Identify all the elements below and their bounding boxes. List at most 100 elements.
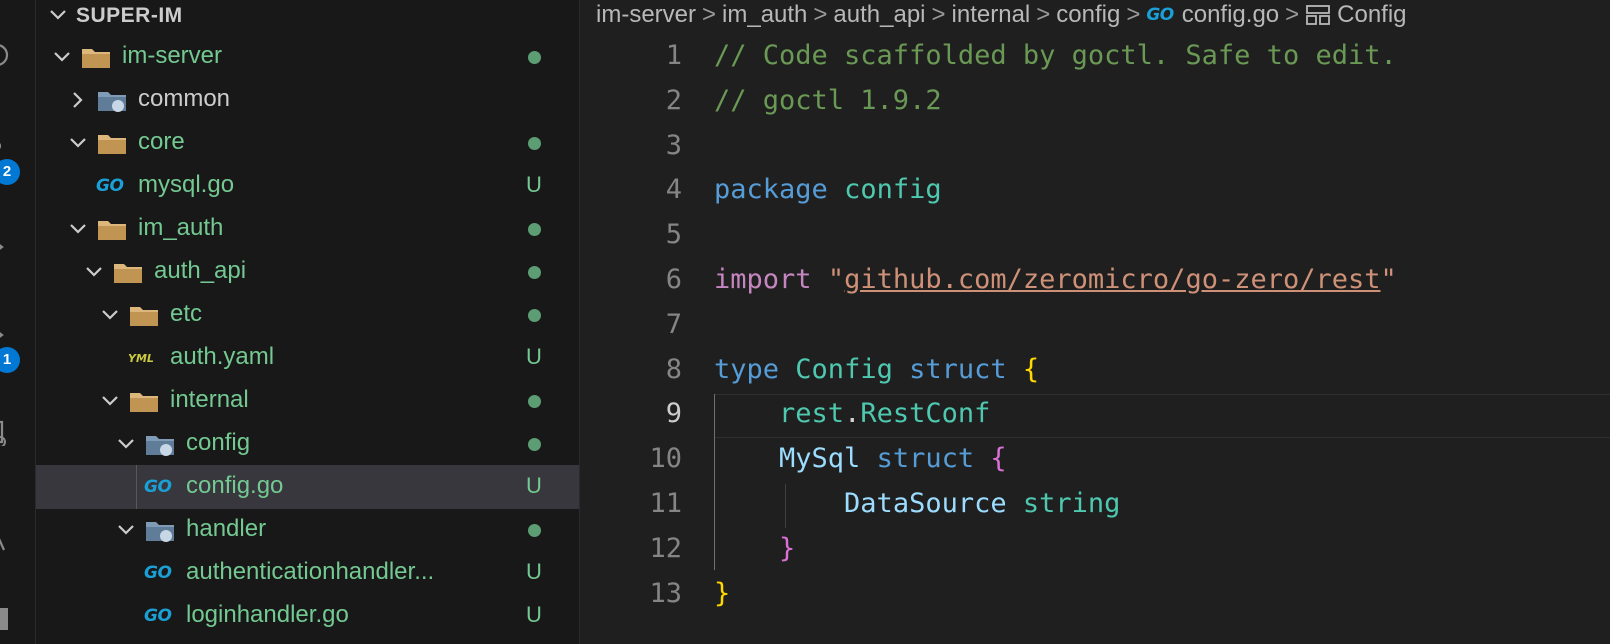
code-line[interactable]: 1 // Code scaffolded by goctl. Safe to ed… (580, 34, 1610, 79)
breadcrumb: im-server > im_auth > auth_api > internal > conf… (596, 0, 1407, 30)
testing-icon[interactable] (0, 528, 12, 554)
breadcrumb-separator-icon: > (1036, 1, 1051, 28)
tree-item-label: loginhandler.go (186, 601, 349, 628)
breadcrumb-item[interactable]: im_auth (722, 0, 807, 30)
run-debug-icon[interactable] (0, 234, 12, 260)
code-text: package config (714, 174, 942, 206)
code-line[interactable]: 2 // goctl 1.9.2 (580, 79, 1610, 124)
tree-item[interactable]: auth_api (36, 250, 579, 294)
code-line[interactable]: 12 } (580, 527, 1610, 572)
tree-item[interactable]: GO config.go U (36, 465, 579, 509)
chevron-down-icon[interactable] (100, 305, 120, 325)
tree-item[interactable]: GO loginhandler.go U (36, 594, 579, 638)
tree-item[interactable]: config (36, 422, 579, 466)
folder-icon (98, 92, 126, 112)
tree-item-label: handler (186, 515, 267, 542)
breadcrumb-item[interactable]: config (1056, 0, 1120, 30)
chevron-right-icon[interactable] (68, 90, 88, 110)
tree-item[interactable]: im_auth (36, 207, 579, 251)
remote-explorer-icon[interactable] (0, 322, 12, 348)
tree-item[interactable]: GO mysql.go U (36, 164, 579, 208)
line-number: 13 (649, 577, 682, 609)
git-status-badge: U (526, 344, 542, 369)
tree-item-label: im_auth (138, 214, 224, 241)
explorer-panel: SUPER-IM im-server common core GO mysql.go Ui… (36, 0, 580, 644)
folder-icon (98, 135, 126, 154)
go-file-icon: GO (96, 176, 124, 196)
line-number: 1 (665, 40, 682, 71)
line-number: 9 (665, 398, 682, 430)
go-file-icon: GO (144, 477, 172, 497)
folder-icon (98, 221, 126, 240)
breadcrumb-item[interactable]: auth_api (833, 0, 925, 30)
tree-item[interactable]: GO authenticationhandler... U (36, 551, 579, 595)
tree-item[interactable]: YML auth.yaml U (36, 336, 579, 380)
tree-item-label: mysql.go (138, 171, 235, 198)
code-line[interactable]: 8 type Config struct { (580, 348, 1610, 393)
tree-indent-guide (136, 465, 137, 509)
breadcrumb-separator-icon: > (1285, 1, 1300, 28)
git-modified-dot (528, 51, 541, 64)
breadcrumb-item[interactable]: Config (1337, 0, 1406, 30)
code-line[interactable]: 5 (580, 213, 1610, 258)
code-line[interactable]: 10 MySql struct { (580, 437, 1610, 482)
tree-item[interactable]: core (36, 121, 579, 165)
code-line[interactable]: 6 import "github.com/zeromicro/go-zero/re… (580, 258, 1610, 303)
tree-item-label: common (138, 85, 231, 112)
breadcrumb-item[interactable]: internal (952, 0, 1031, 30)
line-number: 2 (665, 84, 682, 116)
line-number: 12 (649, 532, 682, 564)
tree-item-label: core (138, 128, 185, 155)
tree-item-label: config (186, 429, 251, 456)
folder-icon (130, 307, 158, 326)
tree-item-label: authenticationhandler... (186, 558, 435, 585)
code-line[interactable]: 11 DataSource string (580, 482, 1610, 527)
code-line[interactable]: 4 package config (580, 168, 1610, 213)
code-line[interactable]: 9 rest.RestConf (580, 392, 1610, 437)
line-number: 8 (665, 353, 682, 385)
tree-item-label: config.go (186, 472, 284, 499)
breadcrumb-separator-icon: > (931, 1, 946, 28)
tree-item[interactable]: internal (36, 379, 579, 423)
line-number: 6 (665, 264, 682, 295)
tree-item[interactable]: etc (36, 293, 579, 337)
chevron-down-icon[interactable] (100, 391, 120, 411)
line-number: 11 (649, 488, 682, 519)
yaml-file-icon: YML (128, 352, 154, 365)
tree-item[interactable]: handler (36, 508, 579, 552)
breadcrumb-item[interactable]: config.go (1182, 0, 1279, 30)
explorer-section-header[interactable]: SUPER-IM (36, 0, 579, 30)
extensions-icon[interactable] (0, 420, 12, 446)
git-modified-dot (528, 266, 541, 279)
tree-item[interactable]: im-server (36, 35, 579, 79)
tree-item-label: im-server (122, 42, 222, 69)
folder-icon (130, 393, 158, 412)
code-text: // goctl 1.9.2 (714, 84, 942, 116)
code-line[interactable]: 3 (580, 124, 1610, 169)
code-line[interactable]: 13} (580, 572, 1610, 617)
tree-item[interactable]: common (36, 78, 579, 122)
git-modified-dot (528, 524, 541, 537)
go-file-icon: GO (1146, 5, 1174, 25)
chevron-down-icon[interactable] (68, 133, 88, 153)
folder-icon (146, 436, 174, 456)
chevron-down-icon[interactable] (116, 434, 136, 454)
code-text: import "github.com/zeromicro/go-zero/res… (714, 264, 1397, 295)
chevron-down-icon[interactable] (116, 520, 136, 540)
tree-item-label: auth.yaml (170, 343, 275, 370)
chevron-down-icon[interactable] (52, 47, 72, 67)
git-modified-dot (528, 438, 541, 451)
code-text: type Config struct { (714, 353, 1040, 385)
folder-icon (146, 522, 174, 542)
struct-symbol-icon (1306, 4, 1331, 25)
breadcrumb-item[interactable]: im-server (596, 0, 696, 30)
chevron-down-icon[interactable] (84, 262, 104, 282)
chevron-down-icon[interactable] (68, 219, 88, 239)
code-text: MySql struct { (779, 443, 1007, 475)
search-icon[interactable] (0, 42, 12, 68)
remote-badge: 1 (0, 347, 20, 373)
code-line[interactable]: 7 (580, 303, 1610, 348)
code-text: // Code scaffolded by goctl. Safe to edi… (714, 40, 1397, 71)
git-modified-dot (528, 309, 541, 322)
accounts-icon[interactable] (0, 606, 12, 632)
